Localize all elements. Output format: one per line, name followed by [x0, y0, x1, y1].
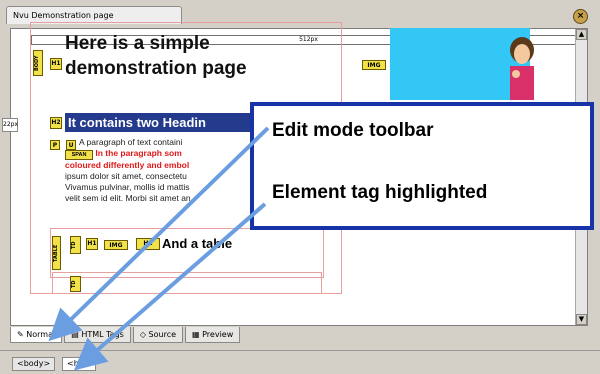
tab-source-label: Source: [148, 330, 177, 339]
crumb-h2[interactable]: <h2>: [62, 357, 96, 371]
status-bar: <body> <h2>: [0, 350, 600, 374]
img-tag[interactable]: IMG: [362, 60, 386, 70]
h2-tag[interactable]: H2: [50, 117, 62, 129]
woman-image: [510, 37, 534, 100]
scroll-up-icon[interactable]: ▲: [576, 29, 587, 40]
edit-mode-toolbar: ✎ Normal ▤ HTML Tags ◇ Source ▦ Preview: [10, 327, 241, 345]
body-tag[interactable]: BODY: [33, 50, 43, 76]
p-tag[interactable]: P: [50, 140, 60, 150]
tab-normal[interactable]: ✎ Normal: [10, 327, 63, 343]
crumb-body[interactable]: <body>: [12, 357, 56, 371]
left-margin-marker: 22px: [2, 118, 18, 132]
pencil-icon: ✎: [17, 330, 24, 339]
tags-icon: ▤: [71, 330, 79, 339]
scroll-down-icon[interactable]: ▼: [576, 314, 587, 325]
td-tag-2[interactable]: TD: [70, 276, 81, 292]
callout-box: Edit mode toolbar Element tag highlighte…: [250, 102, 594, 230]
tab-normal-label: Normal: [26, 330, 56, 339]
nvu-window: Nvu Demonstration page × 512px ▲ ▼ 22px …: [0, 0, 600, 374]
callout-line-1: Edit mode toolbar: [272, 120, 434, 141]
callout-line-2: Element tag highlighted: [272, 182, 488, 203]
preview-icon: ▦: [192, 330, 200, 339]
tab-source[interactable]: ◇ Source: [132, 327, 184, 343]
page-heading[interactable]: Here is a simple demonstration page: [65, 31, 275, 81]
tab-preview-label: Preview: [202, 330, 234, 339]
para-line-1: A paragraph of text containi: [79, 137, 183, 147]
heading1-text: Here is a simple demonstration page: [65, 33, 247, 79]
h1-tag-table[interactable]: H1: [86, 238, 98, 250]
td-tag[interactable]: TD: [70, 236, 81, 254]
table-heading[interactable]: And a table: [162, 236, 232, 251]
span-text: In the paragraph som: [95, 148, 182, 158]
para-line-2: SPAN In the paragraph som: [65, 148, 260, 160]
h1-tag-table-2[interactable]: H1: [136, 238, 160, 250]
table-row-frame[interactable]: [52, 272, 322, 294]
heading2-selected[interactable]: It contains two Headin: [65, 113, 250, 132]
span-tag[interactable]: SPAN: [65, 150, 93, 160]
paragraph[interactable]: A paragraph of text containi SPAN In the…: [65, 137, 260, 204]
source-icon: ◇: [139, 330, 146, 339]
img-tag-table[interactable]: IMG: [104, 240, 128, 250]
close-icon[interactable]: ×: [573, 9, 588, 24]
para-line-3: ipsum dolor sit amet, consectetu: [65, 171, 187, 181]
tab-preview[interactable]: ▦ Preview: [185, 327, 241, 343]
h1-tag[interactable]: H1: [50, 58, 62, 70]
table-tag[interactable]: TABLE: [52, 236, 61, 270]
para-line-5: velit sem id elit. Morbi sit amet an: [65, 193, 191, 203]
para-line-red: coloured differently and embol: [65, 160, 190, 170]
tab-html-tags-label: HTML Tags: [81, 330, 124, 339]
tab-html-tags[interactable]: ▤ HTML Tags: [64, 327, 131, 343]
para-line-4: Vivamus pulvinar, mollis id mattis: [65, 182, 190, 192]
